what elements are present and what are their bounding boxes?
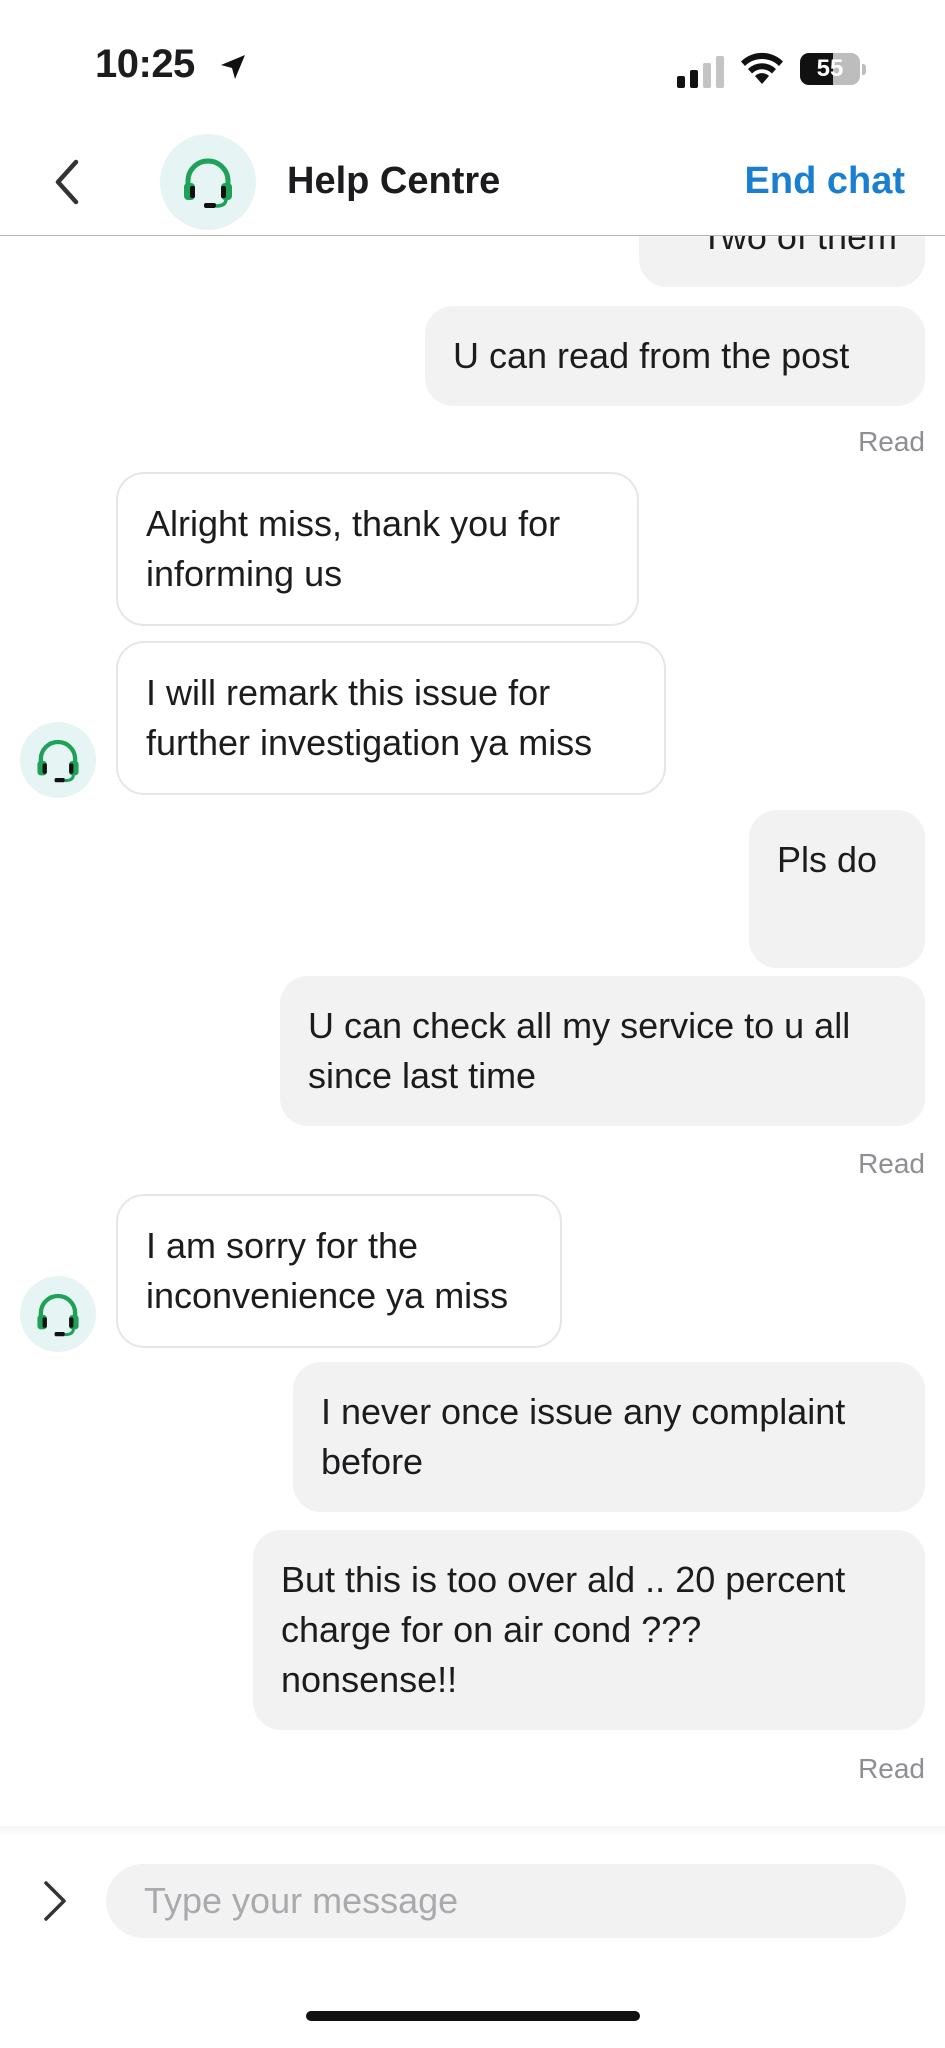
battery-level: 55 — [816, 55, 844, 82]
wifi-icon — [741, 52, 783, 84]
headset-icon — [37, 739, 79, 783]
location-arrow-icon — [221, 55, 245, 79]
help-centre-avatar — [160, 134, 256, 230]
message-line: I never once issue any complaint — [321, 1391, 846, 1432]
message-line: I will remark this issue for — [146, 672, 551, 713]
read-receipt: Read — [858, 1148, 925, 1179]
message-line: I am sorry for the — [146, 1225, 419, 1266]
message-line: before — [321, 1441, 424, 1482]
message-line: inconvenience ya miss — [146, 1275, 509, 1316]
message-input[interactable] — [106, 1864, 906, 1938]
outgoing-message: Two of them — [639, 236, 925, 287]
headset-icon — [184, 158, 232, 208]
message-line: Alright miss, thank you for — [146, 503, 561, 544]
back-button[interactable] — [40, 152, 96, 212]
status-time: 10:25 — [95, 42, 195, 86]
chat-title: Help Centre — [287, 160, 501, 202]
agent-avatar — [20, 722, 96, 798]
message-line: informing us — [146, 553, 343, 594]
message-line: But this is too over ald .. 20 percent — [281, 1559, 846, 1600]
outgoing-message: Pls do — [749, 810, 925, 968]
cellular-signal-icon — [677, 56, 724, 88]
message-text: Two of them — [700, 236, 897, 257]
incoming-message: I am sorry for the inconvenience ya miss — [116, 1194, 562, 1348]
message-line: further investigation ya miss — [146, 722, 593, 763]
outgoing-message: U can read from the post — [425, 306, 925, 406]
expand-options-button[interactable] — [36, 1875, 76, 1927]
agent-avatar — [20, 1276, 96, 1352]
message-line: U can check all my service to u all — [308, 1005, 851, 1046]
read-receipt: Read — [858, 1753, 925, 1784]
incoming-message: Alright miss, thank you for informing us — [116, 472, 639, 626]
message-line: since last time — [308, 1055, 537, 1096]
headset-icon — [37, 1293, 79, 1337]
message-line: charge for on air cond ??? — [281, 1609, 702, 1650]
end-chat-button[interactable]: End chat — [745, 160, 905, 203]
battery-icon: 55 — [800, 53, 868, 87]
outgoing-message: I never once issue any complaint before — [293, 1362, 925, 1512]
composer-divider — [0, 1826, 945, 1836]
chat-message-list[interactable]: Two of them U can read from the post Rea… — [0, 236, 945, 1836]
home-indicator[interactable] — [306, 2011, 640, 2021]
status-bar: 10:25 55 — [0, 0, 945, 130]
message-text: U can read from the post — [453, 335, 850, 376]
outgoing-message: But this is too over ald .. 20 percent c… — [253, 1530, 925, 1730]
message-line: nonsense!! — [281, 1659, 458, 1700]
chat-header: Help Centre End chat — [0, 130, 945, 236]
read-receipt: Read — [858, 426, 925, 457]
outgoing-message: U can check all my service to u all sinc… — [280, 976, 925, 1126]
message-text: Pls do — [777, 839, 878, 880]
incoming-message: I will remark this issue for further inv… — [116, 641, 666, 795]
